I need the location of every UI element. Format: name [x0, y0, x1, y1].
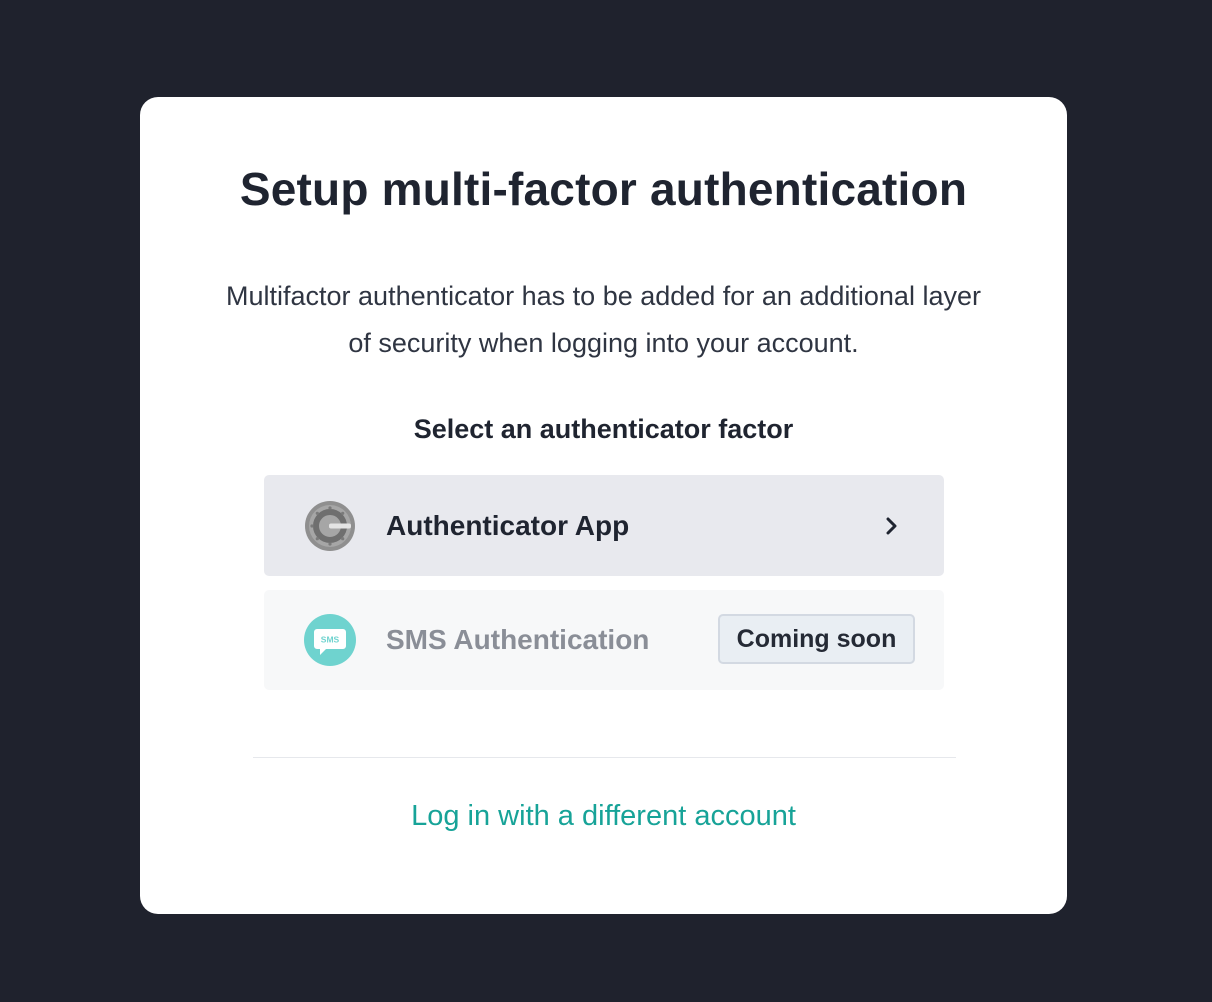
coming-soon-badge: Coming soon [718, 614, 915, 664]
login-different-account-link[interactable]: Log in with a different account [140, 795, 1067, 837]
factor-option-authenticator-app[interactable]: Authenticator App [264, 475, 944, 576]
factor-label-sms: SMS Authentication [386, 624, 650, 655]
chevron-right-icon [886, 517, 897, 534]
mfa-description: Multifactor authenticator has to be adde… [226, 281, 981, 358]
sms-icon: SMS [304, 614, 356, 666]
factor-section-label: Select an authenticator factor [413, 414, 794, 444]
factor-option-sms: SMS SMS Authentication Coming soon [264, 590, 944, 690]
factor-label-authenticator-app: Authenticator App [386, 509, 630, 541]
mfa-setup-dialog: Setup multi-factor authentication Multif… [140, 97, 1067, 914]
page-title: Setup multi-factor authentication [239, 163, 968, 215]
divider [253, 757, 956, 758]
svg-text:SMS: SMS [321, 635, 340, 645]
google-authenticator-icon [305, 500, 355, 551]
